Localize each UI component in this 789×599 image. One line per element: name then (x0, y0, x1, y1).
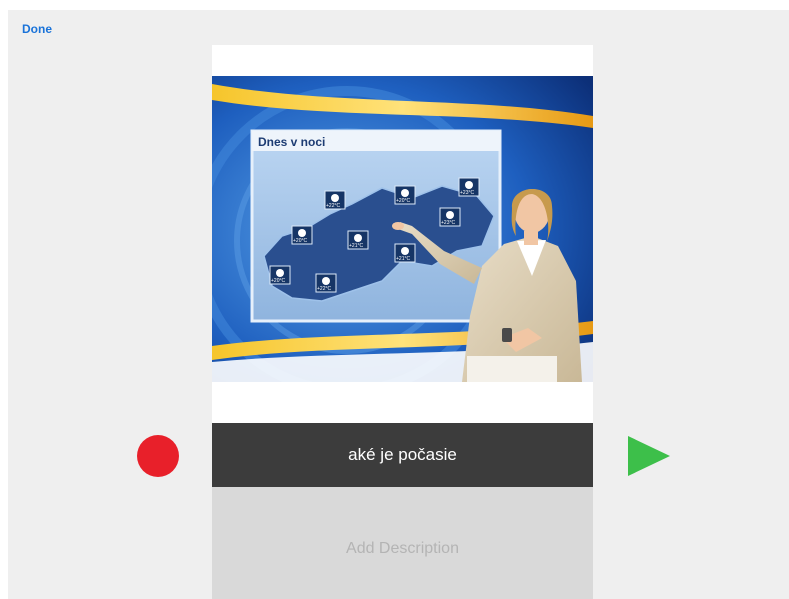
temp-label: +20°C (293, 238, 307, 244)
done-button[interactable]: Done (22, 22, 52, 36)
temp-label: +20°C (271, 278, 285, 284)
temp-label: +23°C (460, 190, 474, 196)
caption-label: aké je počasie (212, 423, 593, 487)
record-button[interactable] (137, 435, 179, 477)
picture-card[interactable]: Dnes v noci +22°C +20°C +23°C +20°C +21°… (212, 45, 593, 423)
temp-label: +21°C (349, 243, 363, 249)
image-heading: Dnes v noci (258, 135, 325, 149)
temp-label: +21°C (396, 256, 410, 262)
temp-label: +23°C (441, 220, 455, 226)
play-icon[interactable] (628, 436, 670, 476)
description-field[interactable]: Add Description (212, 487, 593, 599)
temp-label: +20°C (396, 198, 410, 204)
screen: Done Dnes v noci +22°C +20°C +23°C +20°C… (8, 10, 789, 599)
temp-label: +22°C (326, 203, 340, 209)
weather-forecast-image: Dnes v noci +22°C +20°C +23°C +20°C +21°… (212, 76, 593, 382)
temp-label: +22°C (317, 286, 331, 292)
